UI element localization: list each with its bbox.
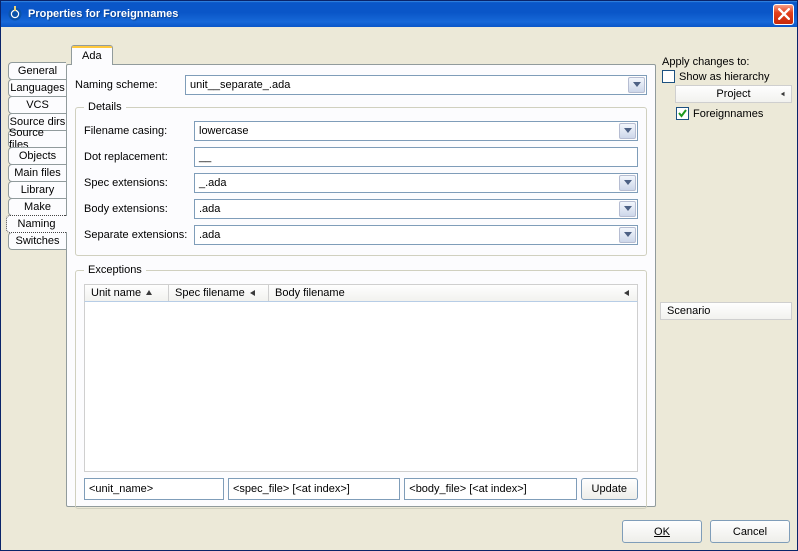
filename-casing-label: Filename casing: [84, 125, 194, 137]
chevron-down-icon[interactable] [619, 227, 636, 243]
scenario-label: Scenario [667, 305, 710, 317]
tab-source-files[interactable]: Source files [8, 130, 66, 148]
filename-casing-combo[interactable]: lowercase [194, 121, 638, 141]
tab-label: Objects [19, 150, 56, 162]
body-file-input[interactable] [404, 478, 576, 500]
combo-value: .ada [199, 229, 220, 241]
chevron-down-icon[interactable] [619, 123, 636, 139]
window-title: Properties for Foreignnames [28, 8, 773, 20]
tab-label: VCS [26, 99, 49, 111]
chevron-down-icon[interactable] [628, 77, 645, 93]
tab-ada[interactable]: Ada [71, 45, 113, 65]
tab-label: General [18, 65, 57, 77]
col-spec-filename[interactable]: Spec filename [169, 285, 269, 301]
details-legend: Details [84, 101, 126, 113]
col-label: Body filename [275, 287, 345, 299]
button-label: OK [654, 526, 670, 538]
separate-ext-combo[interactable]: .ada [194, 225, 638, 245]
body-ext-combo[interactable]: .ada [194, 199, 638, 219]
tree-item-label: Foreignnames [693, 108, 763, 120]
project-dropdown[interactable]: Project [675, 85, 792, 103]
col-body-filename[interactable]: Body filename [269, 285, 637, 301]
naming-scheme-label: Naming scheme: [75, 79, 185, 91]
combo-value: _.ada [199, 177, 227, 189]
exceptions-table-body[interactable] [84, 302, 638, 472]
input-value: __ [199, 151, 211, 163]
combo-value: .ada [199, 203, 220, 215]
dropdown-value: Project [716, 88, 750, 100]
tab-languages[interactable]: Languages [8, 79, 66, 97]
sort-left-icon [623, 289, 631, 297]
close-button[interactable] [773, 4, 794, 25]
combo-value: unit__separate_.ada [190, 79, 290, 91]
scenario-header[interactable]: Scenario [660, 302, 792, 320]
show-hierarchy-label: Show as hierarchy [679, 71, 770, 83]
combo-value: lowercase [199, 125, 249, 137]
body-ext-label: Body extensions: [84, 203, 194, 215]
ok-button[interactable]: OK [622, 520, 702, 543]
exceptions-legend: Exceptions [84, 264, 146, 276]
spec-ext-combo[interactable]: _.ada [194, 173, 638, 193]
tab-label: Make [24, 201, 51, 213]
details-group: Details Filename casing: lowercase Dot r… [75, 101, 647, 256]
spec-ext-label: Spec extensions: [84, 177, 194, 189]
dot-replacement-input[interactable]: __ [194, 147, 638, 167]
tree-item-checkbox[interactable] [676, 107, 689, 120]
naming-panel: Ada Naming scheme: unit__separate_.ada D… [66, 64, 656, 507]
title-bar: Properties for Foreignnames [1, 1, 797, 27]
tab-general[interactable]: General [8, 62, 66, 80]
dialog-footer: OK Cancel [622, 520, 790, 543]
chevron-down-icon[interactable] [619, 175, 636, 191]
tree-item-foreignnames[interactable]: Foreignnames [662, 107, 792, 120]
unit-name-input[interactable] [84, 478, 224, 500]
tab-naming[interactable]: Naming [6, 215, 66, 233]
tab-label: Naming [18, 218, 56, 230]
col-unit-name[interactable]: Unit name [85, 285, 169, 301]
client-area: General Languages VCS Source dirs Source… [0, 26, 798, 551]
spec-file-input[interactable] [228, 478, 400, 500]
show-hierarchy-checkbox[interactable] [662, 70, 675, 83]
tab-label: Library [21, 184, 55, 196]
category-tabs: General Languages VCS Source dirs Source… [8, 62, 66, 249]
update-button[interactable]: Update [581, 478, 638, 500]
cancel-button[interactable]: Cancel [710, 520, 790, 543]
tab-label: Main files [14, 167, 60, 179]
tab-label: Switches [15, 235, 59, 247]
naming-scheme-combo[interactable]: unit__separate_.ada [185, 75, 647, 95]
project-tree: Foreignnames [662, 107, 792, 120]
chevron-down-icon[interactable] [619, 201, 636, 217]
tab-switches[interactable]: Switches [8, 232, 66, 250]
tab-objects[interactable]: Objects [8, 147, 66, 165]
tab-make[interactable]: Make [8, 198, 66, 216]
sort-left-icon [779, 91, 787, 97]
app-icon [7, 6, 23, 22]
col-label: Unit name [91, 287, 141, 299]
sort-asc-icon [145, 289, 153, 297]
apply-changes-label: Apply changes to: [660, 56, 792, 68]
tab-label: Languages [10, 82, 64, 94]
tab-vcs[interactable]: VCS [8, 96, 66, 114]
apply-changes-pane: Apply changes to: Show as hierarchy Proj… [660, 56, 792, 513]
tab-label: Ada [82, 50, 102, 62]
separate-ext-label: Separate extensions: [84, 229, 194, 241]
dot-replacement-label: Dot replacement: [84, 151, 194, 163]
tab-library[interactable]: Library [8, 181, 66, 199]
col-label: Spec filename [175, 287, 245, 299]
exceptions-group: Exceptions Unit name Spec filename Body … [75, 264, 647, 509]
sort-left-icon [249, 289, 257, 297]
tab-main-files[interactable]: Main files [8, 164, 66, 182]
exceptions-table-header: Unit name Spec filename Body filename [84, 284, 638, 302]
